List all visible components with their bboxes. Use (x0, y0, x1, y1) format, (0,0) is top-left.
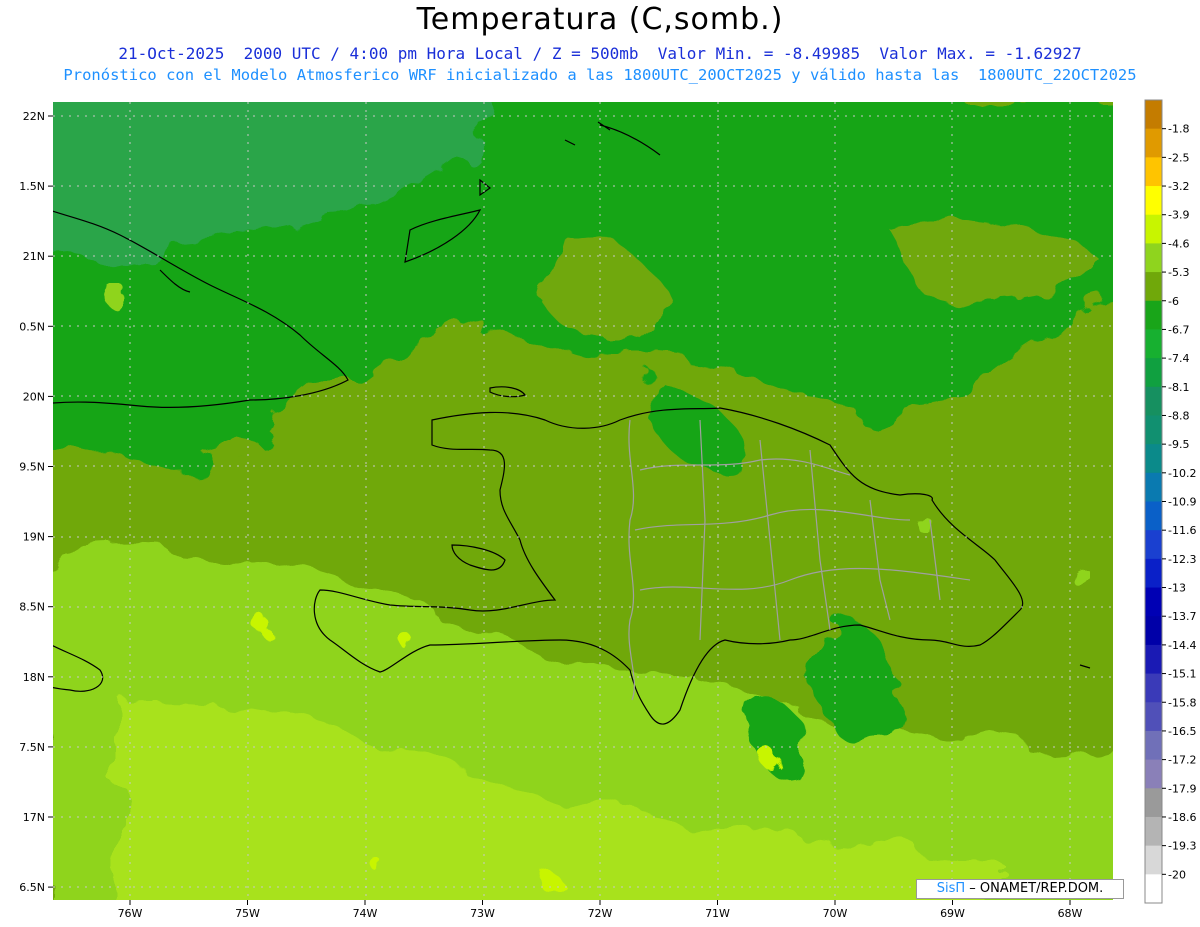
lon-tick-label: 69W (940, 907, 965, 920)
lat-tick-label: 21N (23, 250, 45, 263)
colorbar-label: -3.2 (1168, 180, 1189, 193)
colorbar-label: -19.3 (1168, 840, 1196, 853)
colorbar-swatch (1145, 816, 1162, 847)
colorbar-label: -12.3 (1168, 553, 1196, 566)
lat-tick-label: 8.5N (19, 601, 45, 614)
colorbar-label: -15.8 (1168, 696, 1196, 709)
lon-tick-label: 68W (1058, 907, 1083, 920)
colorbar-label: -20 (1168, 868, 1186, 881)
lat-tick-label: 22N (23, 110, 45, 123)
lat-tick-label: 19N (23, 531, 45, 544)
colorbar-label: -6.7 (1168, 323, 1189, 336)
lat-tick-label: 6.5N (19, 881, 45, 894)
colorbar-label: -8.1 (1168, 381, 1189, 394)
colorbar-label: -2.5 (1168, 151, 1189, 164)
colorbar-label: -1.8 (1168, 123, 1189, 136)
colorbar-label: -3.9 (1168, 209, 1189, 222)
colorbar-swatch (1145, 501, 1162, 531)
credit-box: SisΠ – ONAMET/REP.DOM. (916, 879, 1124, 899)
lat-tick-label: 18N (23, 671, 45, 684)
lon-tick-label: 71W (705, 907, 730, 920)
lon-tick-label: 76W (118, 907, 143, 920)
colorbar-label: -9.5 (1168, 438, 1189, 451)
colorbar-swatch (1145, 128, 1162, 158)
colorbar-label: -4.6 (1168, 237, 1189, 250)
colorbar-label: -10.2 (1168, 467, 1196, 480)
lat-tick-label: 7.5N (19, 741, 45, 754)
lon-tick-label: 74W (353, 907, 378, 920)
lat-tick-label: 17N (23, 811, 45, 824)
colorbar: -1.8 -2.5 -3.2 -3.9 -4.6 -5.3 -6 -6.7 -7.4 -8.1 -8… (1144, 99, 1196, 904)
colorbar-label: -17.2 (1168, 754, 1196, 767)
colorbar-swatch (1145, 874, 1162, 904)
colorbar-swatch (1145, 157, 1162, 187)
lon-tick-label: 72W (588, 907, 613, 920)
colorbar-swatch (1145, 644, 1162, 675)
colorbar-swatch (1145, 386, 1162, 416)
lat-tick-label: 1.5N (19, 180, 45, 193)
temperature-map: 22N 1.5N 21N 0.5N 20N 9.5N 19N 8.5N 18N 7.5N 17N 6.… (19, 99, 1196, 920)
colorbar-swatch (1145, 186, 1162, 216)
colorbar-label: -17.9 (1168, 782, 1196, 795)
colorbar-swatch (1145, 415, 1162, 445)
colorbar-swatch (1145, 358, 1162, 388)
colorbar-swatch (1145, 214, 1162, 244)
colorbar-swatch (1145, 530, 1162, 560)
colorbar-swatch (1145, 730, 1162, 761)
latitude-axis: 22N 1.5N 21N 0.5N 20N 9.5N 19N 8.5N 18N 7.5N 17N 6.… (19, 110, 53, 894)
colorbar-swatch (1145, 702, 1162, 732)
longitude-axis: 76W 75W 74W 73W 72W 71W 70W 69W 68W (118, 900, 1083, 920)
colorbar-swatch (1145, 329, 1162, 359)
colorbar-swatch (1145, 616, 1162, 646)
lat-tick-label: 20N (23, 390, 45, 403)
colorbar-swatch (1145, 444, 1162, 474)
colorbar-swatch (1145, 788, 1162, 818)
colorbar-swatch (1145, 673, 1162, 703)
colorbar-swatch (1145, 845, 1162, 875)
colorbar-swatch (1145, 558, 1162, 589)
colorbar-label: -6 (1168, 295, 1179, 308)
temperature-field (53, 102, 1113, 900)
lat-tick-label: 0.5N (19, 320, 45, 333)
colorbar-label: -8.8 (1168, 409, 1189, 422)
credit-text: – ONAMET/REP.DOM. (969, 881, 1104, 896)
colorbar-swatch (1145, 272, 1162, 302)
lon-tick-label: 70W (823, 907, 848, 920)
credit-brand: SisΠ (936, 881, 966, 896)
colorbar-swatch (1145, 300, 1162, 330)
colorbar-swatch (1145, 472, 1162, 502)
colorbar-label: -5.3 (1168, 266, 1189, 279)
colorbar-label: -13 (1168, 582, 1186, 595)
lat-tick-label: 9.5N (19, 461, 45, 474)
colorbar-label: -14.4 (1168, 639, 1196, 652)
lon-tick-label: 73W (470, 907, 495, 920)
colorbar-label: -13.7 (1168, 610, 1196, 623)
colorbar-label: -7.4 (1168, 352, 1189, 365)
colorbar-swatch (1145, 100, 1162, 130)
lon-tick-label: 75W (235, 907, 260, 920)
colorbar-swatch (1145, 243, 1162, 273)
colorbar-swatch (1145, 759, 1162, 789)
colorbar-label: -11.6 (1168, 524, 1196, 537)
colorbar-label: -18.6 (1168, 811, 1196, 824)
colorbar-label: -15.1 (1168, 668, 1196, 681)
colorbar-label: -10.9 (1168, 496, 1196, 509)
colorbar-label: -16.5 (1168, 725, 1196, 738)
colorbar-swatch (1145, 587, 1162, 617)
